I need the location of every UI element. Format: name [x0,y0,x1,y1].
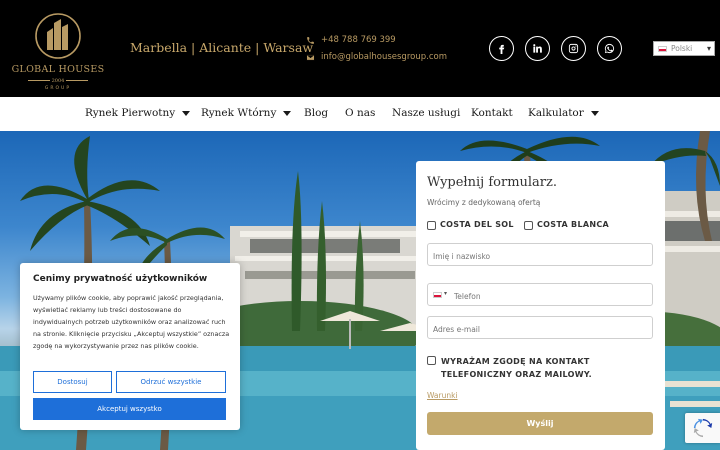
recaptcha-badge[interactable] [685,413,720,443]
cookie-customize-button[interactable]: Dostosuj [33,371,112,393]
facebook-icon [499,44,505,54]
costa-del-sol-label: COSTA DEL SOL [440,220,514,229]
consent-checkbox[interactable] [427,356,436,365]
poland-flag-icon[interactable] [433,292,442,298]
form-subtitle: Wrócimy z dedykowaną ofertą [427,198,541,207]
poland-flag-icon [658,45,667,52]
chevron-down-icon [283,110,292,116]
linkedin-link[interactable] [525,36,550,61]
nav-label: O nas [345,107,376,119]
nav-label: Rynek Pierwotny [85,107,176,119]
name-input[interactable] [428,246,652,267]
logo-emblem-icon [35,13,81,59]
linkedin-icon [533,44,542,53]
social-links [489,36,622,61]
phone-contact[interactable]: +48 788 769 399 [306,35,396,45]
contact-form: Wypełnij formularz. Wrócimy z dedykowaną… [416,161,665,450]
nav-label: Kontakt [471,107,513,119]
main-nav: Rynek Pierwotny Rynek Wtórny Blog O nas … [0,97,720,131]
whatsapp-icon [604,43,615,54]
logo-year: 2004 [51,78,65,84]
nav-item-calculator[interactable]: Kalkulator [528,107,599,119]
phone-number: +48 788 769 399 [321,35,396,45]
cookie-description: Używamy plików cookie, aby poprawić jako… [33,294,230,350]
phone-input[interactable] [428,286,652,307]
logo-wordmark: GLOBAL HOUSES [11,64,105,75]
whatsapp-link[interactable] [597,36,622,61]
nav-label: Rynek Wtórny [201,107,277,119]
submit-button[interactable]: Wyślij [427,412,653,435]
form-title: Wypełnij formularz. [427,175,557,190]
cookie-reject-button[interactable]: Odrzuć wszystkie [116,371,226,393]
cookie-consent-dialog: Cenimy prywatność użytkowników Używamy p… [20,263,240,430]
nav-item-primary-market[interactable]: Rynek Pierwotny [85,107,191,119]
terms-link[interactable]: Warunki [427,391,458,400]
chevron-down-icon [182,110,191,116]
nav-item-blog[interactable]: Blog [304,107,328,119]
costa-blanca-checkbox[interactable] [524,221,533,230]
name-field[interactable] [427,243,653,267]
cookie-accept-button[interactable]: Akceptuj wszystko [33,398,226,420]
costa-blanca-label: COSTA BLANCA [537,220,609,229]
phone-icon [307,36,314,44]
office-cities: Marbella | Alicante | Warsaw [130,40,314,55]
envelope-icon [306,54,315,60]
email-address: info@globalhousesgroup.com [321,52,447,62]
recaptcha-icon [693,418,712,438]
language-label: Polski [671,44,693,53]
email-input[interactable] [428,319,652,340]
nav-item-services[interactable]: Nasze usługi [392,107,460,119]
dropdown-arrow-icon: ▾ [706,44,711,53]
instagram-link[interactable] [561,36,586,61]
chevron-down-icon [590,110,599,116]
logo-divider-right [66,80,88,81]
nav-item-about[interactable]: O nas [345,107,375,119]
logo-group: GROUP [44,86,72,91]
phone-field[interactable]: ▾ [427,283,653,307]
costa-del-sol-checkbox[interactable] [427,221,436,230]
chevron-down-icon[interactable]: ▾ [444,290,447,297]
instagram-icon [568,43,579,54]
facebook-link[interactable] [489,36,514,61]
nav-item-secondary-market[interactable]: Rynek Wtórny [201,107,292,119]
nav-item-contact[interactable]: Kontakt [471,107,513,119]
cookie-title: Cenimy prywatność użytkowników [33,274,208,284]
email-contact[interactable]: info@globalhousesgroup.com [306,52,447,62]
top-header: GLOBAL HOUSES 2004 GROUP Marbella | Alic… [0,0,720,97]
nav-label: Blog [304,107,329,119]
global-houses-logo[interactable]: GLOBAL HOUSES 2004 GROUP [8,12,108,92]
nav-label: Nasze usługi [392,107,461,119]
nav-label: Kalkulator [528,107,584,119]
language-selector[interactable]: Polski ▾ [653,41,715,56]
email-field[interactable] [427,316,653,340]
consent-label: WYRAŻAM ZGODĘ NA KONTAKT TELEFONICZNY OR… [441,357,592,379]
